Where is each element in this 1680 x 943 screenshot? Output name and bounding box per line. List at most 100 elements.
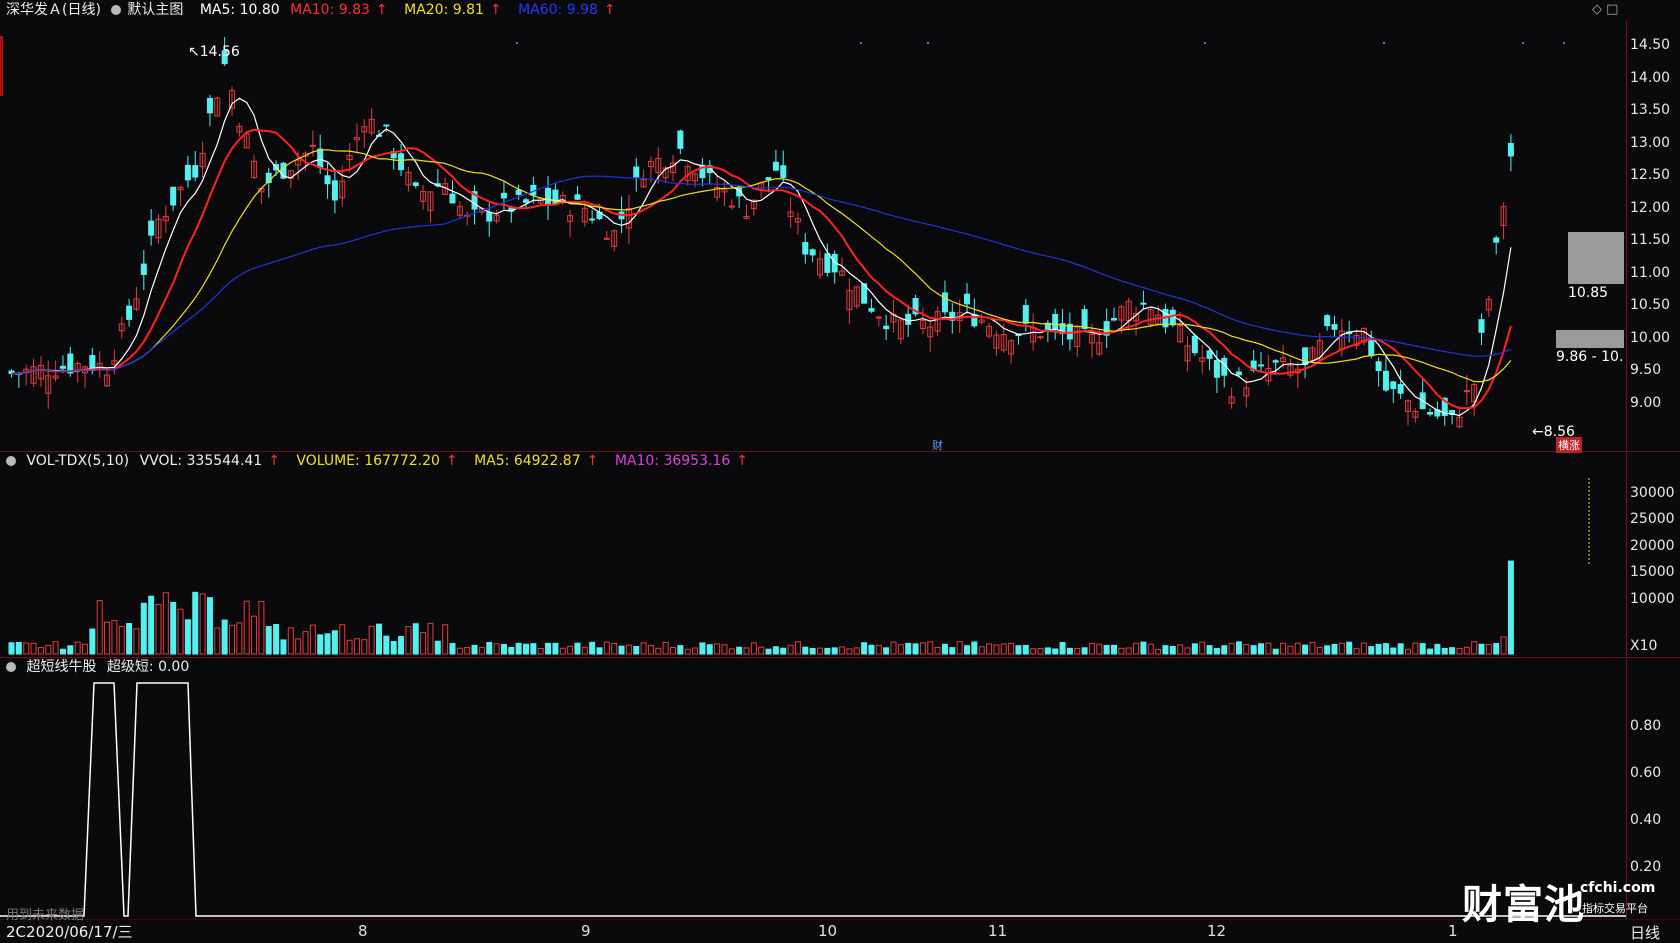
volume-bar [1052,648,1059,655]
volume-bar [890,641,897,655]
volume-bar [111,619,118,655]
volume-bar [1147,643,1154,655]
candle-body [1427,412,1434,415]
volume-bar [699,642,706,655]
candle-body [552,189,559,205]
volume-bar [1302,644,1309,655]
dropdown-icon[interactable] [6,662,16,672]
volume-bar [1030,648,1037,655]
volume-bar [1463,646,1470,655]
volume-bar [1382,643,1389,655]
volume-bar [625,644,632,655]
candle-body [677,130,684,149]
volume-bar [1324,645,1331,655]
volume-bar [243,600,250,655]
candle-body [317,148,324,168]
volume-bar [780,647,787,655]
candle-body [1478,319,1485,333]
volume-bar [177,608,184,655]
volume-bar [118,626,125,655]
volume-bar [1111,644,1117,655]
volume-bar [574,642,581,655]
month-tick: 12 [1207,922,1227,940]
volume-bar [1471,641,1478,655]
candle-body [140,263,147,275]
candle-body [148,220,155,236]
candle-body [500,192,507,199]
volume-bar [184,619,191,655]
dropdown-icon[interactable] [6,456,16,466]
volume-bar [1441,647,1448,655]
volume-bar [434,640,441,655]
volume-bar [449,643,456,655]
price-tick: 10.00 [1630,329,1671,346]
candle-body [574,194,581,200]
volume-bar [1478,643,1485,655]
candle-body [1331,324,1338,330]
price-tick: 9.00 [1630,394,1662,411]
volume-bar [1081,647,1088,655]
volume-bar [1155,648,1162,655]
volume-bar [1419,643,1426,655]
volume-bar [1103,644,1110,655]
volume-bar [405,626,412,655]
volume-bar [677,645,684,655]
volume-bar [302,631,309,655]
candle-body [192,165,199,178]
volume-bar [721,644,728,655]
volume-bar [956,641,963,655]
candle-body [1213,359,1220,378]
volume-bar [229,624,235,655]
volume-bar [1405,648,1411,655]
volume-bar [545,642,552,655]
candle-body [1375,361,1382,372]
volume-bar [45,644,52,655]
month-tick: 10 [818,922,838,940]
period-label[interactable]: 日线 [1630,922,1660,943]
volume-bar [30,642,37,655]
box-top-label: 10.85 [1568,285,1609,301]
zhangting-tag[interactable]: 横涨 [1556,437,1582,453]
cai-marker[interactable]: 财 [932,437,943,453]
volume-bar [309,624,316,655]
volume-bar [1162,645,1169,655]
volume-bar [1316,646,1323,655]
volume-bar [758,646,765,655]
volume-bar [199,593,206,655]
candle-body [809,249,816,256]
volume-bar [537,648,544,655]
candle-body [1272,360,1279,363]
volume-tick: 15000 [1630,564,1675,580]
volume-bar [596,647,603,655]
volume-bar [1338,642,1345,655]
volume-bar [89,628,96,655]
candle-body [1022,305,1029,324]
volume-bar [559,647,566,655]
volume-bar [1280,642,1287,655]
volume-bar [339,624,346,655]
vol-label[interactable]: VOL-TDX(5,10) [26,453,129,469]
top-marker-dot [1204,42,1206,44]
candle-body [1206,350,1213,359]
volume-bar [376,623,382,655]
candle-body [206,97,213,114]
volume-bar [1191,643,1198,655]
volume-bar [1294,642,1301,655]
volume-bar [706,644,713,655]
candle-body [589,218,596,221]
volume-bar [1272,648,1279,655]
volume-bar [846,648,853,655]
candle-body [1390,381,1397,390]
volume-bar [287,627,294,655]
volume-bar [743,647,750,655]
volume-bar [927,641,934,655]
volume-bar [1074,648,1081,655]
volume-bar [1243,644,1250,655]
volume-bar [37,647,44,655]
volume-bar [831,647,838,655]
volume-bar [1228,642,1235,655]
indicator-header: 超短线牛股 超级短: 0.00 [6,656,195,678]
candle-body [772,161,779,171]
candle-body [1037,336,1044,339]
indicator-label[interactable]: 超短线牛股 [26,659,96,675]
